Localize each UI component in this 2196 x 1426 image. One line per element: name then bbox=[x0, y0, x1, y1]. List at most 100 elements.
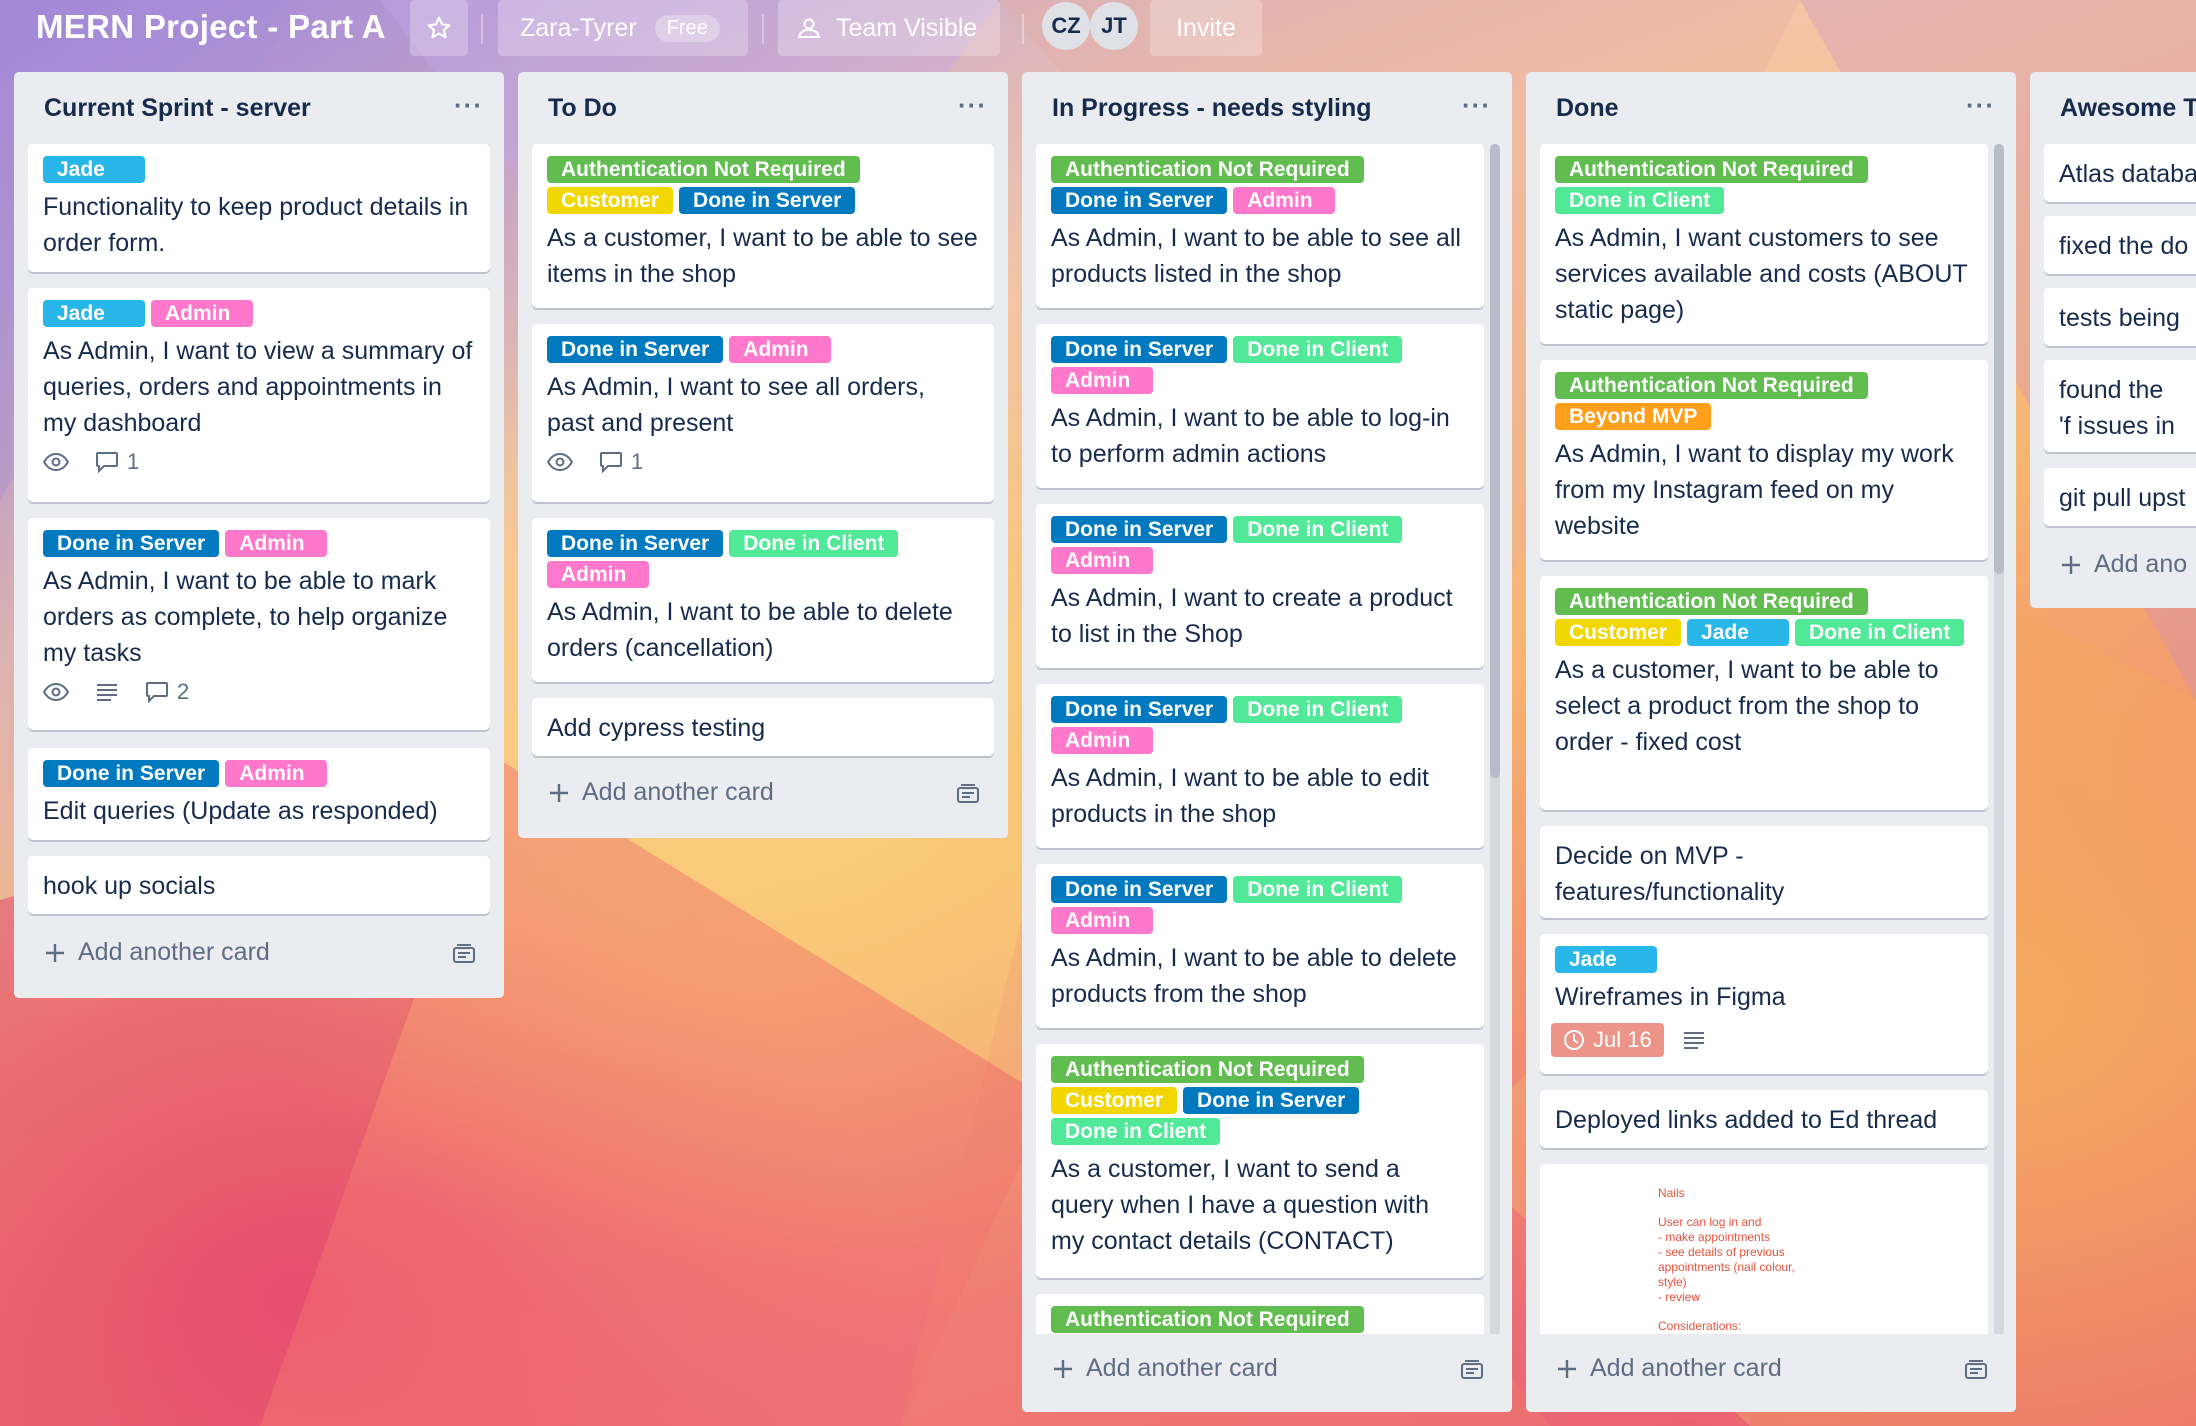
header-divider bbox=[481, 14, 483, 44]
list-to-do: To Do ··· Authentication Not Required Cu… bbox=[518, 72, 1008, 838]
avatar[interactable]: CZ bbox=[1042, 2, 1090, 50]
card[interactable]: Deployed links added to Ed thread bbox=[1540, 1090, 1988, 1148]
card[interactable]: Atlas databa bbox=[2044, 144, 2196, 202]
card[interactable]: Done in Server Admin As Admin, I want to… bbox=[532, 324, 994, 502]
label-customer: Customer bbox=[1051, 1087, 1178, 1114]
card[interactable]: found the 'f issues in the bbox=[2044, 360, 2196, 452]
list-menu-button[interactable]: ··· bbox=[454, 90, 483, 121]
card-title: tests being bbox=[2059, 304, 2180, 332]
card[interactable]: Jade Wireframes in Figma Jul 16 bbox=[1540, 934, 1988, 1074]
label-admin: Admin bbox=[547, 561, 649, 588]
card-title: Decide on MVP - features/functionality bbox=[1555, 842, 1785, 906]
card[interactable]: Done in Server Admin As Admin, I want to… bbox=[28, 518, 490, 730]
list-title[interactable]: Awesome T bbox=[2060, 94, 2196, 123]
scrollbar-thumb[interactable] bbox=[1490, 144, 1500, 778]
card[interactable]: Authentication Not Required Customer Don… bbox=[532, 144, 994, 308]
visibility-button[interactable]: Team Visible bbox=[778, 0, 1000, 56]
star-button[interactable] bbox=[410, 0, 468, 56]
card-title: As Admin, I want to be able to see all p… bbox=[1051, 224, 1461, 288]
label-done-in-server: Done in Server bbox=[1051, 336, 1228, 363]
card[interactable]: Authentication Not Required Done in Clie… bbox=[1540, 144, 1988, 344]
board-title[interactable]: MERN Project - Part A bbox=[36, 8, 386, 46]
card-title: As a customer, I want to be able to sele… bbox=[1555, 656, 1939, 756]
list-title[interactable]: Current Sprint - server bbox=[44, 94, 311, 123]
comment-badge: 1 bbox=[599, 449, 643, 475]
card[interactable]: Authentication Not Required Beyond MVP A… bbox=[1540, 360, 1988, 560]
card[interactable]: Authentication Not Required Customer Don… bbox=[1036, 1044, 1484, 1278]
card-template-icon[interactable] bbox=[956, 784, 980, 806]
card-badges: 1 bbox=[43, 449, 475, 475]
add-card-label: Add another card bbox=[1086, 1354, 1278, 1382]
card-title: hook up socials bbox=[43, 872, 216, 900]
card-labels: Done in Server Done in Client Admin bbox=[1051, 696, 1469, 754]
card[interactable]: Authentication Not Required Customer Jad… bbox=[1540, 576, 1988, 810]
due-date-badge[interactable]: Jul 16 bbox=[1551, 1023, 1664, 1057]
list-title[interactable]: In Progress - needs styling bbox=[1052, 94, 1372, 123]
card[interactable]: Done in Server Done in Client Admin As A… bbox=[1036, 324, 1484, 488]
add-card-button[interactable]: Add another card bbox=[44, 938, 270, 967]
card[interactable]: Done in Server Done in Client Admin As A… bbox=[1036, 504, 1484, 668]
card[interactable]: hook up socials bbox=[28, 856, 490, 914]
card[interactable]: fixed the do bbox=[2044, 216, 2196, 274]
card-title: As a customer, I want to be able to see … bbox=[547, 224, 978, 288]
label-done-in-client: Done in Client bbox=[1051, 1118, 1221, 1145]
label-authentication-not-required: Authentication Not Required bbox=[1555, 156, 1868, 183]
card-title: Edit queries (Update as responded) bbox=[43, 797, 438, 825]
card-template-icon[interactable] bbox=[1964, 1360, 1988, 1382]
label-admin: Admin bbox=[1233, 187, 1336, 214]
add-card-label: Add another card bbox=[1590, 1354, 1782, 1382]
comment-badge: 1 bbox=[95, 449, 139, 475]
card-scroll-area: Authentication Not Required Done in Clie… bbox=[1526, 140, 2016, 1410]
card-title: fixed the do bbox=[2059, 232, 2189, 260]
label-done-in-server: Done in Server bbox=[1051, 876, 1228, 903]
list-title[interactable]: Done bbox=[1556, 94, 1619, 123]
list-awesome: Awesome T Atlas databa fixed the do test… bbox=[2030, 72, 2196, 608]
card-badges: 1 bbox=[547, 449, 979, 475]
label-jade: Jade bbox=[43, 156, 145, 183]
card[interactable]: Add cypress testing bbox=[532, 698, 994, 756]
list-clip: Awesome T Atlas databa fixed the do test… bbox=[2030, 72, 2196, 612]
label-jade: Jade bbox=[1687, 619, 1790, 646]
invite-button[interactable]: Invite bbox=[1150, 0, 1262, 56]
clock-icon bbox=[1564, 1030, 1584, 1050]
card[interactable]: Done in Server Done in Client Admin As A… bbox=[1036, 864, 1484, 1028]
list-scrollbar[interactable] bbox=[1994, 144, 2004, 1336]
workspace-button[interactable]: Zara-Tyrer Free bbox=[498, 0, 748, 56]
board-header: MERN Project - Part A Zara-Tyrer Free Te… bbox=[0, 0, 2196, 62]
label-jade: Jade bbox=[1555, 946, 1657, 973]
list-menu-button[interactable]: ··· bbox=[1966, 90, 1995, 121]
card[interactable]: Authentication Not Required Done in Serv… bbox=[1036, 144, 1484, 308]
card[interactable]: Decide on MVP - features/functionality bbox=[1540, 826, 1988, 918]
plan-badge: Free bbox=[654, 14, 720, 42]
card[interactable]: Jade Functionality to keep product detai… bbox=[28, 144, 490, 272]
card[interactable]: Jade Admin As Admin, I want to view a su… bbox=[28, 288, 490, 502]
label-beyond-mvp: Beyond MVP bbox=[1555, 403, 1712, 430]
label-admin: Admin bbox=[1051, 727, 1153, 754]
label-customer: Customer bbox=[547, 187, 674, 214]
add-card-button[interactable]: Add another card bbox=[1052, 1354, 1278, 1383]
card[interactable]: git pull upst bbox=[2044, 468, 2196, 526]
visibility-label: Team Visible bbox=[836, 13, 978, 42]
card[interactable]: Done in Server Done in Client Admin As A… bbox=[1036, 684, 1484, 848]
card-title: As Admin, I want to be able to delete or… bbox=[547, 598, 953, 662]
add-card-label: Add another card bbox=[78, 938, 270, 966]
card[interactable]: Done in Server Done in Client Admin As A… bbox=[532, 518, 994, 682]
avatar[interactable]: JT bbox=[1090, 2, 1138, 50]
add-card-button[interactable]: Add another card bbox=[1556, 1354, 1782, 1383]
card-template-icon[interactable] bbox=[1460, 1360, 1484, 1382]
card[interactable]: tests being bbox=[2044, 288, 2196, 346]
scrollbar-thumb[interactable] bbox=[1994, 144, 2004, 574]
card[interactable]: Done in Server Admin Edit queries (Updat… bbox=[28, 748, 490, 840]
card-title: As Admin, I want to be able to edit prod… bbox=[1051, 764, 1430, 828]
list-menu-button[interactable]: ··· bbox=[1462, 90, 1491, 121]
list-menu-button[interactable]: ··· bbox=[958, 90, 987, 121]
add-card-button[interactable]: Add another card bbox=[548, 778, 774, 807]
list-current-sprint: Current Sprint - server ··· Jade Functio… bbox=[14, 72, 504, 998]
card-labels: Jade bbox=[1555, 946, 1973, 973]
list-scrollbar[interactable] bbox=[1490, 144, 1500, 1336]
card-template-icon[interactable] bbox=[452, 944, 476, 966]
label-done-in-server: Done in Server bbox=[43, 760, 220, 787]
card-badges: 2 bbox=[43, 679, 475, 705]
add-card-button[interactable]: Add ano bbox=[2060, 550, 2187, 579]
list-title[interactable]: To Do bbox=[548, 94, 617, 123]
